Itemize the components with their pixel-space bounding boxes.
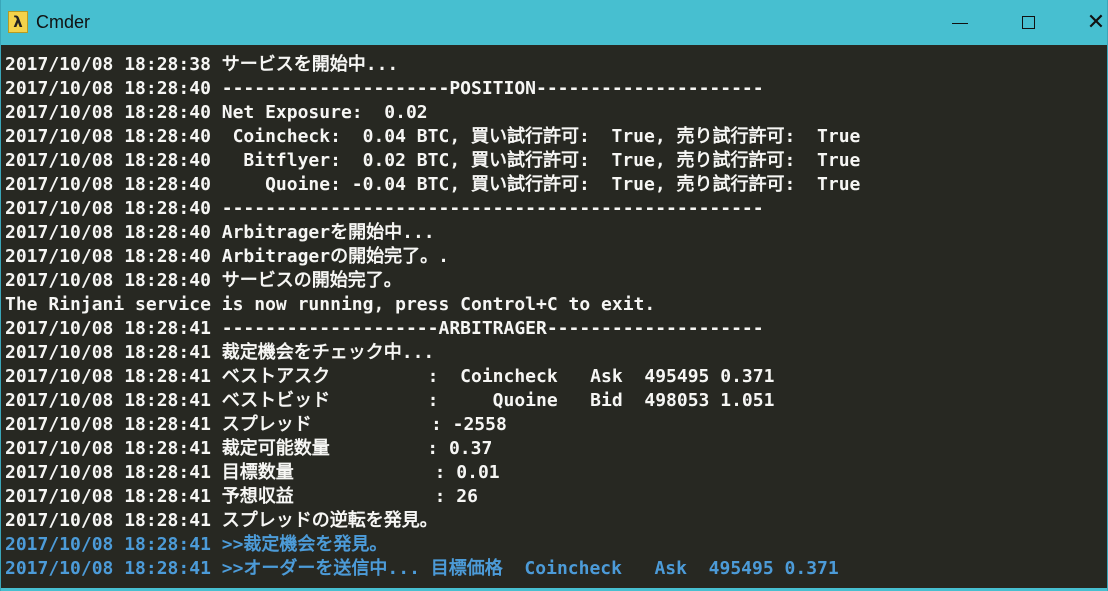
console-line: 2017/10/08 18:28:41 裁定機会をチェック中... bbox=[5, 342, 435, 363]
console-line: 2017/10/08 18:28:40 Coincheck: 0.04 BTC,… bbox=[5, 126, 861, 147]
minimize-icon bbox=[952, 23, 968, 24]
window-title: Cmder bbox=[36, 12, 91, 32]
console-line: 2017/10/08 18:28:41 スプレッド : -2558 bbox=[5, 414, 507, 435]
console-line: 2017/10/08 18:28:41 予想収益 : 26 bbox=[5, 486, 478, 507]
close-icon: ✕ bbox=[1086, 9, 1106, 35]
console-line-highlight: 2017/10/08 18:28:41 >>裁定機会を発見。 bbox=[5, 534, 388, 555]
console-line: 2017/10/08 18:28:40 --------------------… bbox=[5, 78, 764, 99]
console-line: 2017/10/08 18:28:41 --------------------… bbox=[5, 318, 764, 339]
console-output[interactable]: 2017/10/08 18:28:38 サービスを開始中... 2017/10/… bbox=[1, 45, 1107, 591]
console-line: 2017/10/08 18:28:40 サービスの開始完了。 bbox=[5, 270, 402, 291]
console-line: 2017/10/08 18:28:41 目標数量 : 0.01 bbox=[5, 462, 500, 483]
console-line: 2017/10/08 18:28:40 Bitflyer: 0.02 BTC, … bbox=[5, 150, 861, 171]
console-line: 2017/10/08 18:28:38 サービスを開始中... bbox=[5, 54, 399, 75]
console-line: 2017/10/08 18:28:40 Arbitragerを開始中... bbox=[5, 222, 435, 243]
cmder-window: λ Cmder ✕ 2017/10/08 18:28:38 サービスを開始中..… bbox=[0, 0, 1108, 591]
maximize-button[interactable] bbox=[1005, 0, 1051, 45]
console-line: The Rinjani service is now running, pres… bbox=[5, 294, 656, 315]
console-line: 2017/10/08 18:28:40 --------------------… bbox=[5, 198, 764, 219]
console-line-highlight: 2017/10/08 18:28:41 >>オーダーを送信中... 目標価格 C… bbox=[5, 558, 839, 579]
lambda-icon: λ bbox=[8, 11, 28, 33]
console-line: 2017/10/08 18:28:41 裁定可能数量 : 0.37 bbox=[5, 438, 493, 459]
console-line: 2017/10/08 18:28:40 Net Exposure: 0.02 bbox=[5, 102, 428, 123]
console-line: 2017/10/08 18:28:41 スプレッドの逆転を発見。 bbox=[5, 510, 438, 531]
console-line: 2017/10/08 18:28:41 ベストアスク : Coincheck A… bbox=[5, 366, 775, 387]
maximize-icon bbox=[1021, 16, 1035, 29]
console-line: 2017/10/08 18:28:40 Quoine: -0.04 BTC, 買… bbox=[5, 174, 861, 195]
console-line: 2017/10/08 18:28:41 ベストビッド : Quoine Bid … bbox=[5, 390, 775, 411]
title-bar[interactable]: λ Cmder ✕ bbox=[1, 0, 1107, 45]
close-button[interactable]: ✕ bbox=[1073, 0, 1108, 45]
minimize-button[interactable] bbox=[937, 0, 983, 45]
console-line: 2017/10/08 18:28:40 Arbitragerの開始完了。. bbox=[5, 246, 449, 267]
